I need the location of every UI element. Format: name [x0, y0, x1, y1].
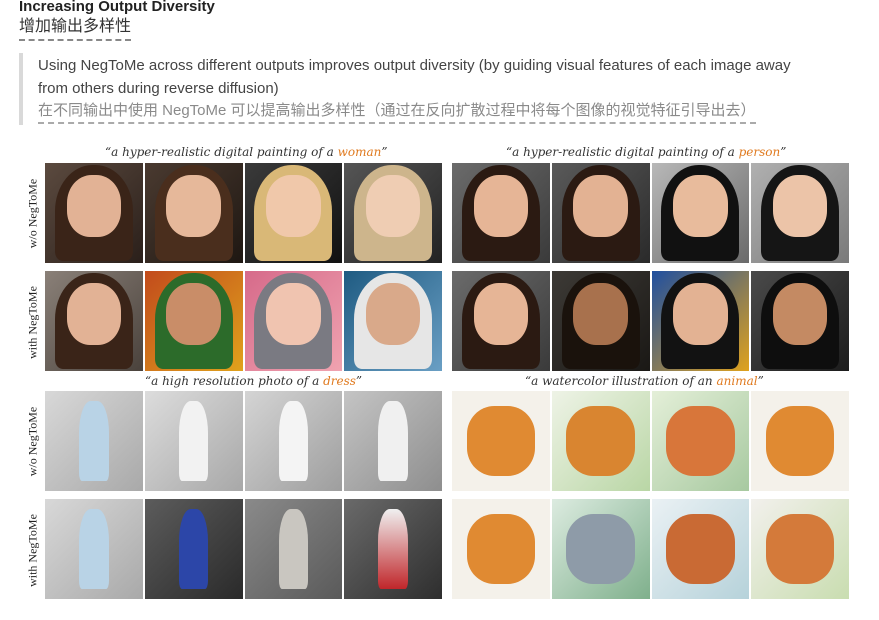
image-strip-animal-without: [452, 391, 849, 491]
generated-image: [751, 391, 849, 491]
generated-image: [45, 163, 143, 263]
generated-image: [551, 163, 650, 263]
image-strip-woman-with: [45, 271, 442, 371]
generated-image: [452, 271, 550, 371]
generated-image: [751, 163, 849, 263]
image-strip-animal-with: [452, 499, 849, 599]
generated-image: [551, 391, 650, 491]
caption-text: “a watercolor illustration of an: [525, 374, 717, 388]
generated-image: [751, 499, 849, 599]
image-strip-dress-with: [45, 499, 442, 599]
generated-image: [244, 391, 343, 491]
row-label-with: with NegToMe: [25, 514, 40, 587]
section-title-zh: 增加输出多样性: [19, 16, 132, 41]
generated-image: [45, 271, 143, 371]
description-zh: 在不同输出中使用 NegToMe 可以提高输出多样性（通过在反向扩散过程中将每个…: [38, 100, 756, 124]
caption-text: ”: [381, 145, 388, 159]
generated-image: [45, 499, 143, 599]
description-quote: Using NegToMe across different outputs i…: [19, 53, 819, 125]
generated-image: [344, 163, 442, 263]
generated-image: [244, 499, 343, 599]
caption-text: ”: [757, 374, 764, 388]
caption-highlight: woman: [337, 145, 382, 159]
caption-text: ”: [780, 145, 787, 159]
generated-image: [651, 499, 750, 599]
caption-person: “a hyper-realistic digital painting of a…: [506, 145, 786, 159]
caption-text: “a hyper-realistic digital painting of a: [506, 145, 739, 159]
section-title: Increasing Output Diversity: [19, 0, 215, 15]
generated-image: [651, 391, 750, 491]
generated-image: [651, 271, 750, 371]
generated-image: [144, 271, 243, 371]
caption-highlight: person: [738, 145, 781, 159]
caption-text: “a hyper-realistic digital painting of a: [105, 145, 338, 159]
generated-image: [452, 499, 550, 599]
row-label-without: w/o NegToMe: [25, 178, 40, 249]
caption-text: ”: [355, 374, 363, 388]
image-strip-person-with: [452, 271, 849, 371]
row-label-without: w/o NegToMe: [25, 406, 40, 477]
generated-image: [244, 271, 343, 371]
generated-image: [751, 271, 849, 371]
image-strip-dress-without: [45, 391, 442, 491]
caption-text: “a high resolution photo of a: [145, 374, 324, 388]
generated-image: [45, 391, 143, 491]
generated-image: [344, 391, 442, 491]
generated-image: [551, 499, 650, 599]
image-strip-woman-without: [45, 163, 442, 263]
caption-woman: “a hyper-realistic digital painting of a…: [105, 145, 388, 159]
row-label-with: with NegToMe: [25, 286, 40, 359]
image-strip-person-without: [452, 163, 849, 263]
generated-image: [551, 271, 650, 371]
caption-dress: “a high resolution photo of a dress”: [145, 374, 362, 388]
caption-animal: “a watercolor illustration of an animal”: [525, 374, 764, 388]
description-en: Using NegToMe across different outputs i…: [38, 57, 791, 97]
generated-image: [344, 499, 442, 599]
generated-image: [244, 163, 343, 263]
generated-image: [452, 391, 550, 491]
generated-image: [344, 271, 442, 371]
generated-image: [651, 163, 750, 263]
generated-image: [144, 391, 243, 491]
generated-image: [144, 163, 243, 263]
generated-image: [144, 499, 243, 599]
generated-image: [452, 163, 550, 263]
caption-highlight: animal: [716, 374, 758, 388]
caption-highlight: dress: [323, 374, 356, 388]
